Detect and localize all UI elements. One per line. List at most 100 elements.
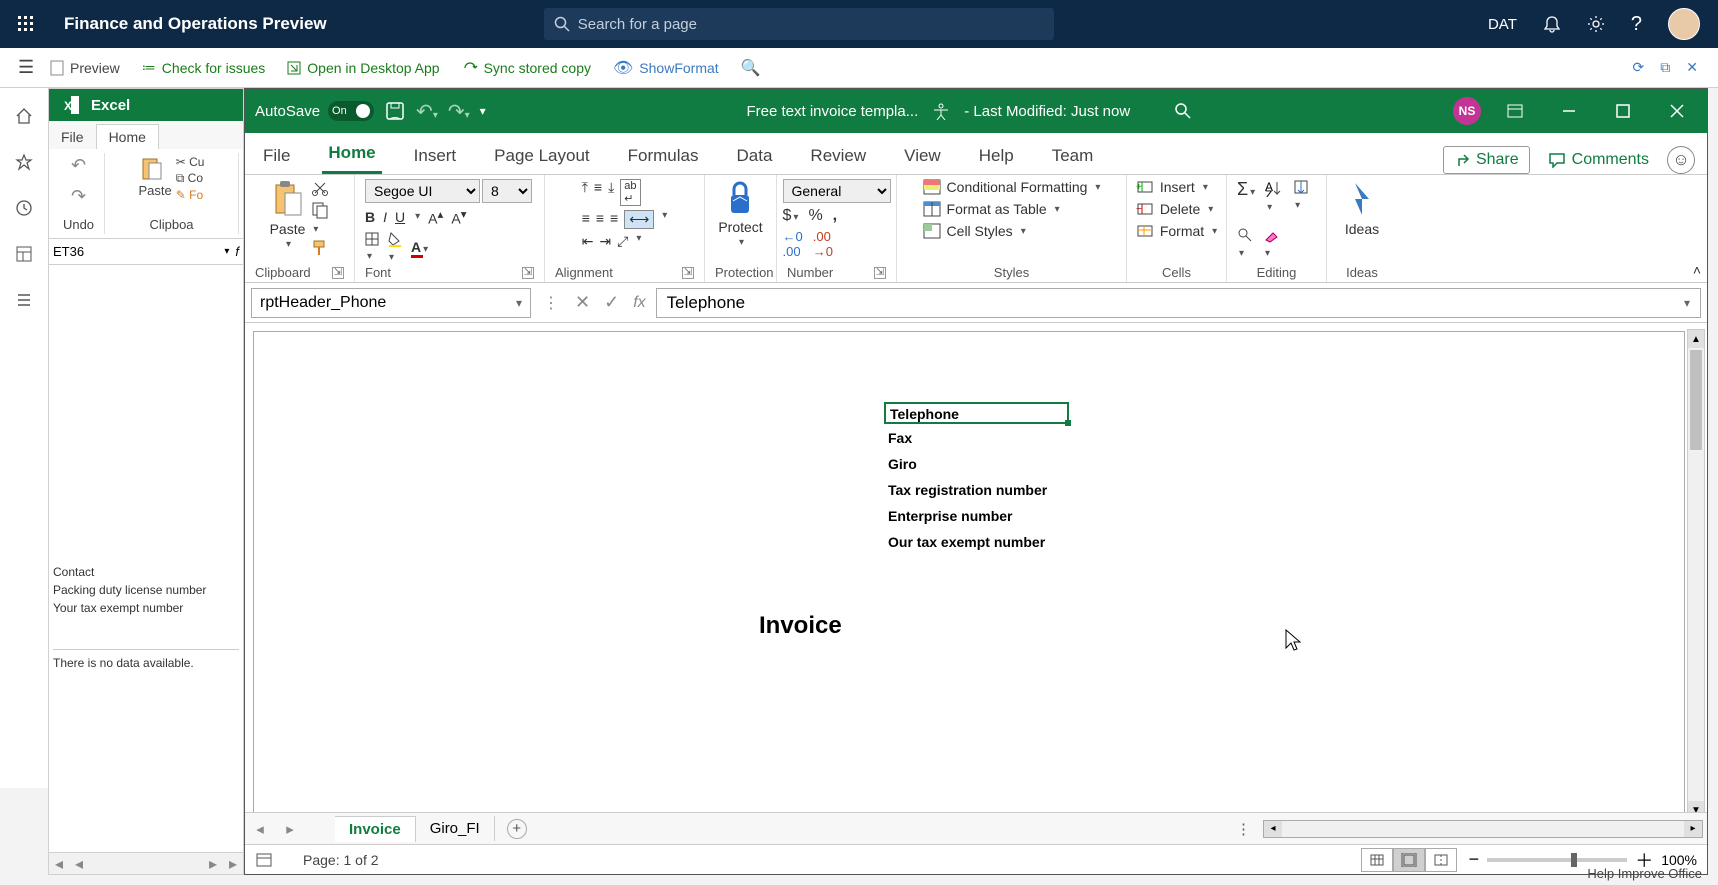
user-badge[interactable]: NS <box>1453 97 1481 125</box>
close-panel-icon[interactable]: ✕ <box>1686 59 1698 76</box>
statusbar-icon[interactable] <box>255 852 273 868</box>
tab-formulas[interactable]: Formulas <box>622 138 705 174</box>
app-launcher-icon[interactable] <box>8 6 44 42</box>
qat-customize-icon[interactable]: ▾ <box>480 104 486 118</box>
settings-icon[interactable] <box>1587 15 1605 33</box>
zoom-out-button[interactable]: − <box>1469 849 1480 870</box>
decrease-indent[interactable]: ⇤ <box>582 233 594 250</box>
fill-color-button[interactable]: ▾ <box>387 231 403 263</box>
cancel-formula-icon[interactable]: ✕ <box>575 292 590 313</box>
save-icon[interactable] <box>384 100 406 122</box>
minimize-button[interactable] <box>1549 96 1589 126</box>
check-issues-button[interactable]: ≔ Check for issues <box>142 59 265 76</box>
sync-button[interactable]: Sync stored copy <box>462 60 591 76</box>
toolbar-search-icon[interactable]: 🔍 <box>741 58 761 78</box>
maximize-button[interactable] <box>1603 96 1643 126</box>
sort-filter-button[interactable]: AZ▾ <box>1265 179 1283 213</box>
align-top[interactable]: ⤒ <box>582 179 588 206</box>
view-page-break-button[interactable] <box>1425 848 1457 872</box>
modules-icon[interactable] <box>12 288 36 312</box>
align-bottom[interactable]: ⤓ <box>608 179 614 206</box>
autosave-control[interactable]: AutoSave On <box>255 101 374 121</box>
delete-cells-button[interactable]: −Delete▾ <box>1136 201 1214 217</box>
sheet-options-icon[interactable]: ⋮ <box>1228 820 1259 838</box>
comma-button[interactable]: , <box>833 207 837 225</box>
popout-icon[interactable]: ⧉ <box>1660 59 1670 76</box>
insert-cells-button[interactable]: +Insert▾ <box>1136 179 1208 195</box>
title-search-icon[interactable] <box>1174 102 1192 120</box>
open-desktop-button[interactable]: Open in Desktop App <box>287 60 439 76</box>
autosum-button[interactable]: Σ▾ <box>1237 179 1255 200</box>
sheet-tab-giro-fi[interactable]: Giro_FI <box>416 816 495 841</box>
comments-button[interactable]: Comments <box>1548 151 1649 169</box>
preview-namebox[interactable]: ET36 ▾ f <box>49 239 243 265</box>
help-icon[interactable]: ? <box>1631 13 1642 36</box>
preview-button[interactable]: Preview <box>50 60 120 76</box>
notifications-icon[interactable] <box>1543 15 1561 33</box>
nav-toggle-icon[interactable]: ☰ <box>18 57 34 78</box>
view-normal-button[interactable] <box>1361 848 1393 872</box>
collapse-ribbon-icon[interactable]: ˄ <box>1693 262 1701 278</box>
decrease-decimal[interactable]: .00→0 <box>813 229 833 259</box>
font-launcher[interactable]: ⇲ <box>522 267 534 279</box>
copy-button[interactable]: ▾ <box>311 201 329 235</box>
zoom-slider[interactable] <box>1487 858 1627 862</box>
paste-button[interactable]: Paste ▾ <box>270 179 306 250</box>
help-improve-link[interactable]: Help Improve Office <box>1587 866 1702 881</box>
show-format-button[interactable]: 👁 ShowFormat <box>613 58 719 78</box>
protect-button[interactable]: Protect ▾ <box>718 179 762 248</box>
tab-page-layout[interactable]: Page Layout <box>488 138 595 174</box>
font-family-select[interactable]: Segoe UI <box>365 179 480 203</box>
increase-decimal[interactable]: ←0.00 <box>783 229 803 259</box>
format-cells-button[interactable]: Format▾ <box>1136 223 1217 239</box>
increase-indent[interactable]: ⇥ <box>599 233 611 250</box>
tab-view[interactable]: View <box>898 138 947 174</box>
home-icon[interactable] <box>12 104 36 128</box>
tab-team[interactable]: Team <box>1046 138 1100 174</box>
find-select-button[interactable]: ▾ <box>1237 227 1253 259</box>
fill-button[interactable]: ▾ <box>1293 179 1309 211</box>
grow-font-button[interactable]: A▴ <box>428 207 443 227</box>
shrink-font-button[interactable]: A▾ <box>451 207 466 227</box>
close-button[interactable] <box>1657 96 1697 126</box>
accept-formula-icon[interactable]: ✓ <box>604 292 619 313</box>
format-as-table-button[interactable]: Format as Table▾ <box>923 201 1060 217</box>
autosave-toggle[interactable]: On <box>328 101 374 121</box>
formula-input[interactable]: Telephone ▾ <box>656 288 1701 318</box>
borders-button[interactable]: ▾ <box>365 232 379 262</box>
workspaces-icon[interactable] <box>12 242 36 266</box>
horizontal-scrollbar[interactable]: ◂ ▸ <box>1263 820 1703 838</box>
tab-insert[interactable]: Insert <box>408 138 463 174</box>
currency-button[interactable]: $▾ <box>783 207 799 225</box>
orientation-button[interactable]: ⤢ <box>617 233 628 250</box>
selected-cell[interactable]: Telephone <box>884 402 1069 424</box>
accessibility-icon[interactable] <box>932 102 950 120</box>
number-launcher[interactable]: ⇲ <box>874 267 886 279</box>
favorites-icon[interactable] <box>12 150 36 174</box>
share-button[interactable]: Share <box>1443 146 1530 174</box>
add-sheet-button[interactable]: + <box>507 819 527 839</box>
number-format-select[interactable]: General <box>783 179 891 203</box>
format-painter-button[interactable] <box>311 239 329 257</box>
tab-home[interactable]: Home <box>322 135 381 174</box>
percent-button[interactable]: % <box>808 207 822 225</box>
cell-styles-button[interactable]: Cell Styles▾ <box>923 223 1026 239</box>
tab-data[interactable]: Data <box>731 138 779 174</box>
sheet-nav-next[interactable]: ▸ <box>275 820 305 838</box>
preview-paste-button[interactable]: Paste <box>139 155 172 202</box>
ideas-button[interactable]: Ideas <box>1345 179 1379 237</box>
preview-tab-file[interactable]: File <box>49 125 96 149</box>
clear-button[interactable]: ▾ <box>1263 227 1279 259</box>
preview-tab-home[interactable]: Home <box>96 124 159 149</box>
undo-icon[interactable]: ↶▾ <box>416 99 438 124</box>
sheet-tab-invoice[interactable]: Invoice <box>335 816 416 842</box>
wrap-text[interactable]: ab↵ <box>620 179 640 206</box>
font-color-button[interactable]: A▾ <box>411 239 428 255</box>
preview-format-painter[interactable]: ✎ Fo <box>176 188 205 202</box>
preview-cut[interactable]: ✂ Cu <box>176 155 205 169</box>
vertical-scrollbar[interactable]: ▲ ▼ <box>1687 329 1705 820</box>
ribbon-display-icon[interactable] <box>1495 96 1535 126</box>
clipboard-launcher[interactable]: ⇲ <box>332 267 344 279</box>
fx-icon[interactable]: fx <box>633 294 645 312</box>
redo-icon[interactable]: ↷▾ <box>448 99 470 124</box>
